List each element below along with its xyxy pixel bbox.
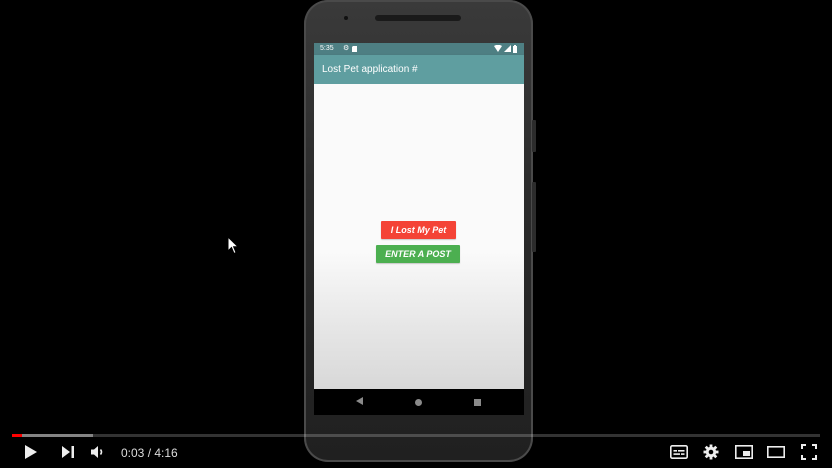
time-current: 0:03 — [121, 446, 145, 460]
enter-post-button[interactable]: ENTER A POST — [376, 245, 460, 263]
settings-button[interactable] — [700, 443, 722, 465]
settings-notification-icon: ⚙ — [343, 45, 350, 52]
android-nav-bar — [314, 389, 524, 415]
app-bar: Lost Pet application # — [314, 55, 524, 84]
app-title: Lost Pet application # — [322, 64, 418, 75]
progress-bar[interactable] — [12, 434, 820, 437]
miniplayer-button[interactable] — [733, 443, 755, 465]
video-player[interactable]: 5:35 ⚙ Lost Pet application # I Lost My … — [0, 0, 832, 468]
next-icon — [61, 445, 75, 464]
lost-pet-button[interactable]: I Lost My Pet — [381, 221, 456, 239]
phone-speaker — [375, 15, 461, 21]
status-time: 5:35 — [320, 45, 334, 52]
mouse-cursor-icon — [227, 235, 240, 260]
wifi-icon — [494, 44, 502, 52]
fullscreen-icon — [801, 443, 817, 465]
progress-loaded — [12, 434, 93, 437]
play-button[interactable] — [20, 443, 42, 465]
app-content: I Lost My Pet ENTER A POST — [314, 84, 524, 389]
status-bar: 5:35 ⚙ — [314, 43, 524, 55]
sd-card-icon — [352, 46, 358, 53]
mute-button[interactable] — [87, 443, 109, 465]
phone-screen: 5:35 ⚙ Lost Pet application # I Lost My … — [314, 43, 524, 415]
time-separator: / — [144, 446, 155, 460]
recents-icon[interactable] — [474, 398, 481, 408]
settings-icon — [703, 444, 719, 465]
home-icon[interactable] — [415, 398, 422, 408]
front-camera — [344, 16, 348, 20]
time-total: 4:16 — [154, 446, 178, 460]
power-button — [532, 120, 536, 152]
progress-played — [12, 434, 22, 437]
subtitles-button[interactable] — [668, 443, 690, 465]
play-icon — [24, 444, 38, 465]
volume-icon — [90, 445, 106, 464]
volume-rocker — [532, 182, 536, 252]
time-display: 0:03 / 4:16 — [121, 446, 178, 460]
signal-icon — [504, 45, 511, 52]
phone-device: 5:35 ⚙ Lost Pet application # I Lost My … — [304, 0, 536, 462]
next-button[interactable] — [57, 443, 79, 465]
miniplayer-icon — [735, 444, 753, 464]
fullscreen-button[interactable] — [798, 443, 820, 465]
theater-mode-button[interactable] — [765, 443, 787, 465]
subtitles-icon — [670, 444, 688, 464]
theater-icon — [767, 445, 785, 463]
back-icon[interactable] — [356, 397, 363, 407]
battery-icon — [513, 45, 519, 53]
